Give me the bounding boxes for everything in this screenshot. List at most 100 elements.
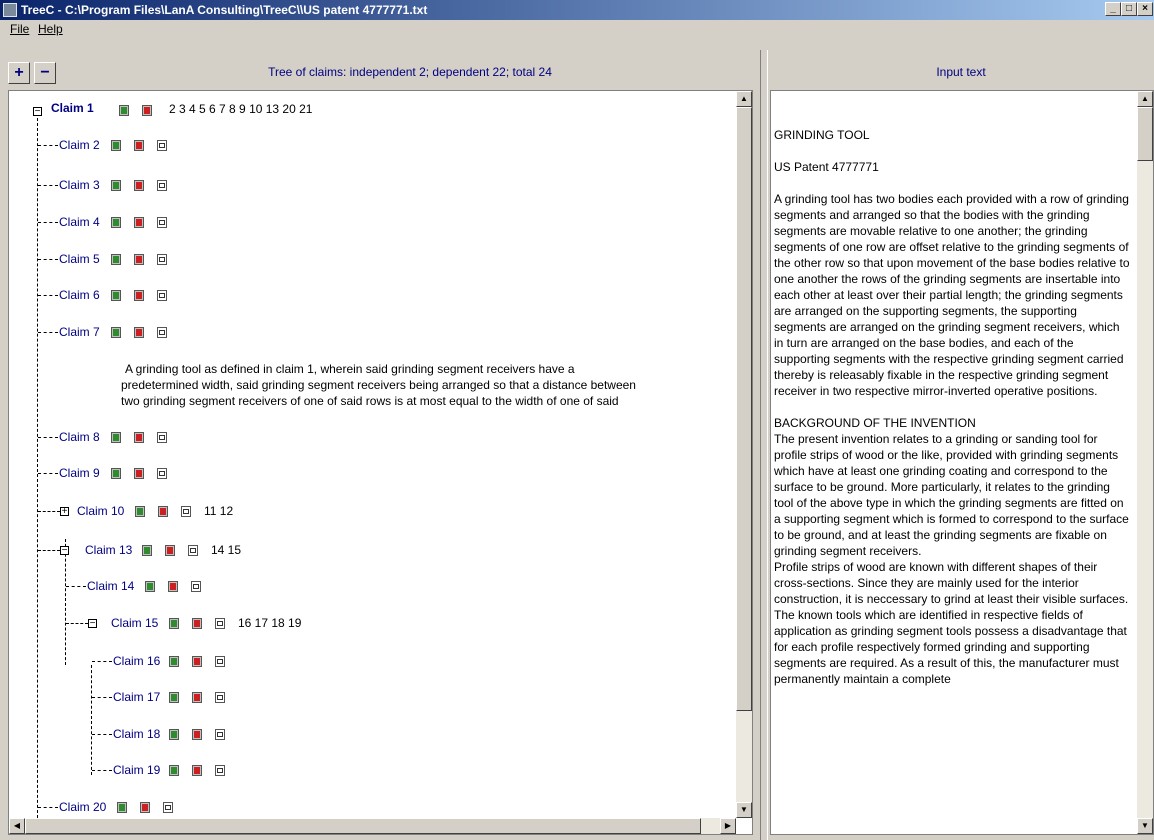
text-view-icon[interactable]	[157, 432, 167, 443]
tree-claim-14[interactable]: Claim 14	[87, 579, 134, 593]
green-picture-icon[interactable]	[111, 217, 121, 228]
text-view-icon[interactable]	[157, 217, 167, 228]
green-picture-icon[interactable]	[169, 656, 179, 667]
menu-file[interactable]: File	[10, 20, 29, 39]
red-picture-icon[interactable]	[134, 254, 144, 265]
text-view-icon[interactable]	[215, 618, 225, 629]
text-view-icon[interactable]	[163, 802, 173, 813]
tree-claim-20[interactable]: Claim 20	[59, 800, 106, 814]
text-view-icon[interactable]	[215, 692, 225, 703]
menu-help[interactable]: Help	[38, 20, 63, 39]
green-picture-icon[interactable]	[135, 506, 145, 517]
tree-connector	[38, 511, 60, 512]
claim-1-dependents: 2 3 4 5 6 7 8 9 10 13 20 21	[169, 102, 313, 116]
doc-title: GRINDING TOOL	[774, 128, 870, 142]
text-view-icon[interactable]	[181, 506, 191, 517]
green-picture-icon[interactable]	[111, 468, 121, 479]
tree-claim-4[interactable]: Claim 4	[59, 215, 100, 229]
text-view-icon[interactable]	[157, 180, 167, 191]
tree-claim-3[interactable]: Claim 3	[59, 178, 100, 192]
tree-claim-15[interactable]: Claim 15	[111, 616, 158, 630]
red-picture-icon[interactable]	[165, 545, 175, 556]
tree-hscroll-thumb[interactable]	[25, 818, 701, 834]
green-picture-icon[interactable]	[169, 692, 179, 703]
expand-all-button[interactable]: +	[8, 62, 30, 84]
input-text-pane[interactable]: GRINDING TOOL US Patent 4777771 A grindi…	[770, 90, 1154, 835]
red-picture-icon[interactable]	[192, 729, 202, 740]
text-view-icon[interactable]	[157, 468, 167, 479]
tree-claim-16[interactable]: Claim 16	[113, 654, 160, 668]
expand-toggle-icon[interactable]: +	[60, 507, 69, 517]
green-picture-icon[interactable]	[111, 327, 121, 338]
close-button[interactable]: ×	[1137, 2, 1153, 16]
green-picture-icon[interactable]	[169, 618, 179, 629]
scroll-right-arrow-icon[interactable]: ▶	[720, 818, 736, 834]
red-picture-icon[interactable]	[134, 180, 144, 191]
claims-tree[interactable]: − Claim 1 2 3 4 5 6 7 8 9 10 13 20 21 Cl…	[8, 90, 753, 835]
green-picture-icon[interactable]	[111, 432, 121, 443]
text-view-icon[interactable]	[215, 729, 225, 740]
collapse-toggle-icon[interactable]: −	[88, 619, 97, 629]
text-view-icon[interactable]	[188, 545, 198, 556]
tree-claim-7[interactable]: Claim 7	[59, 325, 100, 339]
collapse-toggle-icon[interactable]: −	[33, 107, 42, 117]
scroll-up-arrow-icon[interactable]: ▲	[1137, 91, 1153, 107]
tree-claim-13[interactable]: Claim 13	[85, 543, 132, 557]
red-picture-icon[interactable]	[134, 290, 144, 301]
scroll-down-arrow-icon[interactable]: ▼	[736, 802, 752, 818]
green-picture-icon[interactable]	[111, 140, 121, 151]
collapse-toggle-icon[interactable]: −	[60, 546, 69, 556]
red-picture-icon[interactable]	[158, 506, 168, 517]
red-picture-icon[interactable]	[134, 468, 144, 479]
tree-claim-10[interactable]: Claim 10	[77, 504, 124, 518]
red-picture-icon[interactable]	[192, 656, 202, 667]
tree-claim-5[interactable]: Claim 5	[59, 252, 100, 266]
red-picture-icon[interactable]	[192, 692, 202, 703]
tree-claim-2[interactable]: Claim 2	[59, 138, 100, 152]
text-view-icon[interactable]	[157, 290, 167, 301]
text-view-icon[interactable]	[215, 765, 225, 776]
green-picture-icon[interactable]	[119, 105, 129, 116]
green-picture-icon[interactable]	[169, 729, 179, 740]
text-view-icon[interactable]	[157, 327, 167, 338]
text-view-icon[interactable]	[191, 581, 201, 592]
red-picture-icon[interactable]	[134, 432, 144, 443]
red-picture-icon[interactable]	[140, 802, 150, 813]
collapse-all-button[interactable]: −	[34, 62, 56, 84]
red-picture-icon[interactable]	[192, 765, 202, 776]
green-picture-icon[interactable]	[111, 290, 121, 301]
pane-splitter[interactable]	[760, 50, 768, 840]
tree-claim-18[interactable]: Claim 18	[113, 727, 160, 741]
green-picture-icon[interactable]	[111, 180, 121, 191]
scroll-down-arrow-icon[interactable]: ▼	[1137, 818, 1153, 834]
text-view-icon[interactable]	[215, 656, 225, 667]
red-picture-icon[interactable]	[192, 618, 202, 629]
tree-claim-9[interactable]: Claim 9	[59, 466, 100, 480]
minimize-button[interactable]: _	[1105, 2, 1121, 16]
scroll-up-arrow-icon[interactable]: ▲	[736, 91, 752, 107]
tree-connector	[38, 295, 58, 296]
green-picture-icon[interactable]	[145, 581, 155, 592]
text-view-icon[interactable]	[157, 254, 167, 265]
text-view-icon[interactable]	[157, 140, 167, 151]
red-picture-icon[interactable]	[134, 327, 144, 338]
input-scroll-track[interactable]	[1137, 91, 1153, 834]
tree-claim-1[interactable]: Claim 1	[51, 101, 94, 115]
tree-claim-8[interactable]: Claim 8	[59, 430, 100, 444]
tree-claim-17[interactable]: Claim 17	[113, 690, 160, 704]
green-picture-icon[interactable]	[142, 545, 152, 556]
tree-claim-19[interactable]: Claim 19	[113, 763, 160, 777]
red-picture-icon[interactable]	[134, 217, 144, 228]
tree-claim-6[interactable]: Claim 6	[59, 288, 100, 302]
input-scroll-thumb[interactable]	[1137, 107, 1153, 161]
green-picture-icon[interactable]	[111, 254, 121, 265]
maximize-button[interactable]: □	[1121, 2, 1137, 16]
red-picture-icon[interactable]	[142, 105, 152, 116]
tree-header: Tree of claims: independent 2; dependent…	[268, 65, 552, 79]
green-picture-icon[interactable]	[169, 765, 179, 776]
scroll-left-arrow-icon[interactable]: ◀	[9, 818, 25, 834]
tree-scroll-thumb[interactable]	[736, 107, 752, 711]
green-picture-icon[interactable]	[117, 802, 127, 813]
red-picture-icon[interactable]	[168, 581, 178, 592]
red-picture-icon[interactable]	[134, 140, 144, 151]
